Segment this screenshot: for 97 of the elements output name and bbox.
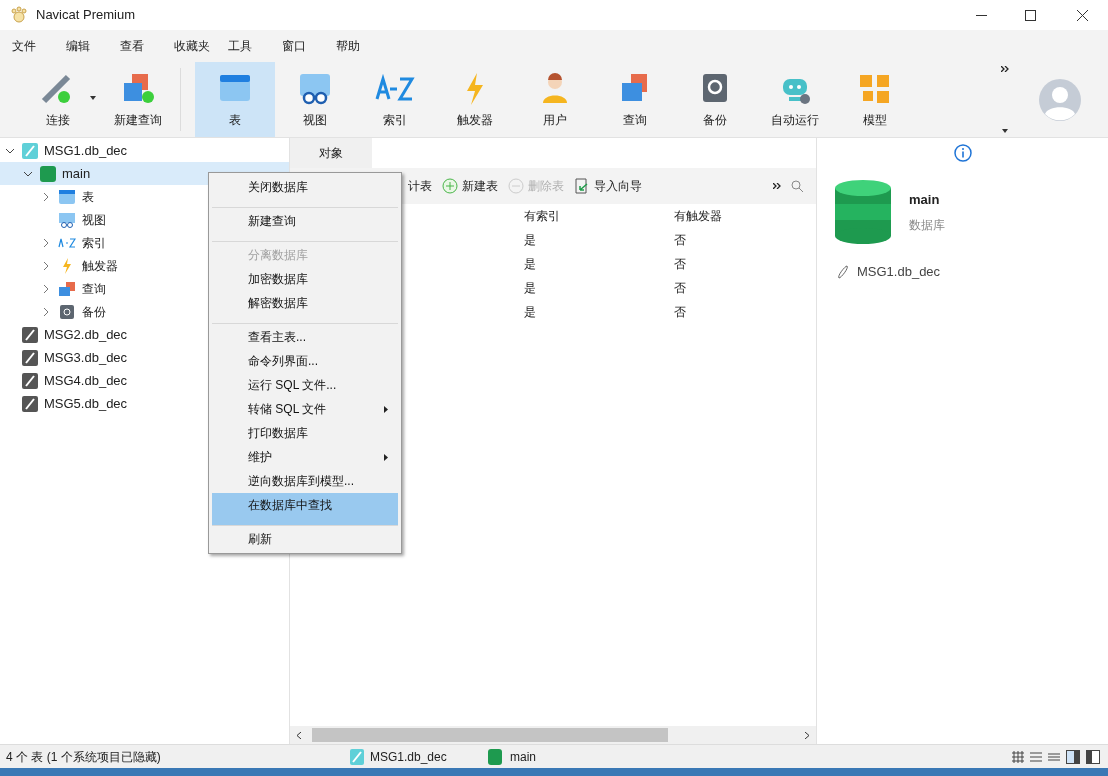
- menu-item[interactable]: 转储 SQL 文件: [212, 397, 398, 421]
- plus-circle-icon: [442, 178, 458, 194]
- menu-item[interactable]: 查看: [112, 34, 164, 58]
- minus-circle-icon: [508, 178, 524, 194]
- chevron-left-icon: [297, 731, 301, 739]
- chevron-down-icon[interactable]: [6, 146, 14, 155]
- info-icon[interactable]: [953, 144, 972, 162]
- paw-logo-icon: [10, 6, 28, 24]
- toolbar-button[interactable]: 索引: [355, 62, 435, 137]
- window-title: Navicat Premium: [36, 6, 135, 25]
- file-icon: [22, 395, 38, 412]
- object-type: 数据库: [909, 216, 945, 234]
- menu-item[interactable]: 逆向数据库到模型...: [212, 469, 398, 493]
- chevron-right-icon[interactable]: [42, 307, 50, 316]
- toolbar-button[interactable]: 视图: [275, 62, 355, 137]
- table-cell-text: 是: [523, 280, 537, 297]
- object-tab[interactable]: 对象: [290, 138, 372, 168]
- menu-item[interactable]: 编辑: [58, 34, 110, 58]
- status-text: 4 个 表 (1 个系统项目已隐藏): [6, 748, 162, 766]
- double-chevron-icon[interactable]: [1001, 66, 1009, 72]
- query-icon: [58, 280, 76, 297]
- toolbar-button[interactable]: 用户: [515, 62, 595, 137]
- object-name: main: [909, 191, 941, 210]
- menu-item[interactable]: 新建查询: [212, 209, 398, 242]
- toolbar-button[interactable]: 自动运行: [755, 62, 835, 137]
- database-icon: [488, 748, 502, 765]
- backup-icon: [58, 303, 76, 320]
- menu-item[interactable]: 收藏夹: [166, 34, 218, 58]
- close-icon: [1076, 9, 1088, 21]
- database-icon: [40, 165, 56, 182]
- glasses-icon: [58, 211, 76, 228]
- file-icon: [837, 264, 849, 279]
- toolbar-button[interactable]: 新建表: [442, 177, 498, 195]
- menu-item[interactable]: 打印数据库: [212, 421, 398, 445]
- caret-icon[interactable]: [1002, 129, 1008, 133]
- menu-item[interactable]: 解密数据库: [212, 291, 398, 324]
- chevron-down-icon[interactable]: [24, 169, 32, 178]
- toolbar-button[interactable]: 备份: [675, 62, 755, 137]
- table-icon: [58, 188, 76, 205]
- menu-item[interactable]: 查看主表...: [212, 325, 398, 349]
- menu-item[interactable]: 刷新: [212, 527, 398, 551]
- file-name: MSG1.db_dec: [857, 263, 941, 281]
- double-chevron-icon[interactable]: [773, 183, 781, 189]
- menu-item[interactable]: 窗口: [274, 34, 326, 58]
- toolbar-button[interactable]: 导入向导: [574, 177, 642, 195]
- submenu-arrow-icon: [384, 453, 388, 461]
- menu-item[interactable]: 在数据库中查找: [212, 493, 398, 526]
- column-header[interactable]: 有索引: [516, 204, 666, 228]
- status-database: main: [510, 748, 536, 766]
- search-icon[interactable]: [791, 179, 804, 193]
- toolbar-button[interactable]: 触发器: [435, 62, 515, 137]
- table-cell-text: 是: [523, 232, 537, 249]
- import-icon: [574, 178, 590, 194]
- tree-item[interactable]: MSG1.db_dec: [0, 139, 289, 162]
- grid-view-icon[interactable]: [1012, 750, 1024, 763]
- table-cell-text: 否: [673, 256, 687, 273]
- chevron-right-icon[interactable]: [42, 284, 50, 293]
- table-cell-text: 是: [523, 304, 537, 321]
- horizontal-scrollbar-thumb[interactable]: [312, 728, 668, 742]
- caret-icon[interactable]: [90, 96, 96, 100]
- panel-icon[interactable]: [1086, 749, 1100, 764]
- table-cell-text: 否: [673, 232, 687, 249]
- menu-item[interactable]: 文件: [4, 34, 56, 58]
- maximize-icon: [1024, 9, 1036, 21]
- table-cell-text: 是: [523, 256, 537, 273]
- chevron-right-icon: [805, 731, 809, 739]
- minimize-icon: [975, 14, 987, 16]
- chevron-right-icon[interactable]: [42, 192, 50, 201]
- toolbar-button[interactable]: 连接: [18, 62, 98, 137]
- detail-view-icon[interactable]: [1048, 750, 1060, 763]
- chevron-right-icon[interactable]: [42, 261, 50, 270]
- toolbar-button[interactable]: 新建查询: [98, 62, 178, 137]
- menu-item[interactable]: 工具: [220, 34, 272, 58]
- panel-icon[interactable]: [1066, 749, 1080, 764]
- file-icon: [22, 349, 38, 366]
- connection-icon: [350, 748, 364, 765]
- menu-item[interactable]: 运行 SQL 文件...: [212, 373, 398, 397]
- list-view-icon[interactable]: [1030, 750, 1042, 763]
- table-cell-text: 否: [673, 304, 687, 321]
- file-icon: [22, 372, 38, 389]
- toolbar-button[interactable]: 查询: [595, 62, 675, 137]
- submenu-arrow-icon: [384, 405, 388, 413]
- menu-item[interactable]: 关闭数据库: [212, 175, 398, 208]
- menu-item[interactable]: 维护: [212, 445, 398, 469]
- menu-item[interactable]: 命令列界面...: [212, 349, 398, 373]
- column-header[interactable]: 有触发器: [666, 204, 816, 228]
- file-icon: [22, 326, 38, 343]
- toolbar-button[interactable]: 计表: [408, 177, 432, 195]
- menu-item[interactable]: 加密数据库: [212, 267, 398, 291]
- status-connection: MSG1.db_dec: [370, 748, 448, 766]
- database-icon: [835, 180, 891, 244]
- menu-item[interactable]: 帮助: [328, 34, 380, 58]
- chevron-right-icon[interactable]: [42, 238, 50, 247]
- toolbar-button[interactable]: 模型: [835, 62, 915, 137]
- toolbar-button[interactable]: 表: [195, 62, 275, 137]
- table-cell-text: 否: [673, 280, 687, 297]
- connection-icon: [22, 142, 38, 159]
